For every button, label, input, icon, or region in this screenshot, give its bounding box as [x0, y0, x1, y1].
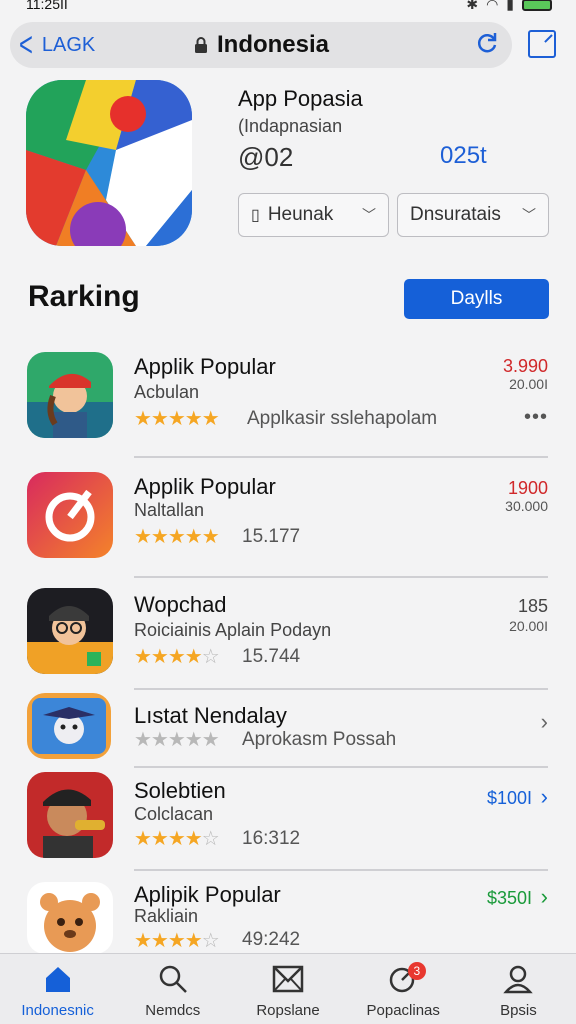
chevron-right-icon[interactable]: › [541, 709, 548, 735]
daily-button[interactable]: Daylls [404, 279, 549, 319]
app-stat: @02 [238, 142, 294, 172]
chevron-right-icon[interactable]: › [541, 784, 548, 810]
row-meta: 49:242 [242, 929, 301, 950]
tab-label: Popaclinas [366, 1002, 440, 1019]
divider [134, 456, 548, 458]
reload-icon [477, 33, 497, 53]
divider [134, 688, 548, 690]
dropdown-1-label: Heunak [267, 204, 334, 225]
status-bar: 11:25II ✱ ◠ ▮ [0, 0, 576, 14]
rating-stars: ★★★★★ [134, 526, 220, 548]
row-name: Solebtien [134, 778, 226, 803]
row-meta: 15.744 [242, 646, 301, 667]
dropdown-1[interactable]: ▯ Heunak ﹀ [238, 193, 389, 237]
app-icon [27, 693, 111, 759]
row-sub: 30.000 [505, 498, 548, 514]
rating-stars: ★★★★★ [134, 408, 220, 430]
row-name: Lıstat Nendalay [134, 703, 287, 728]
search-icon [159, 965, 187, 993]
tab-label: Ropslane [256, 1002, 320, 1019]
chevron-down-icon: ﹀ [522, 207, 536, 223]
row-price[interactable]: 1900 [508, 478, 548, 499]
tab-label: Nemdcs [145, 1002, 201, 1019]
back-label: LAGK [41, 33, 96, 56]
row-name: Wopchad [134, 592, 227, 617]
tab-search[interactable]: Nemdcs [115, 954, 230, 1024]
dropdown-2[interactable]: Dnsuratais ﹀ [397, 193, 549, 237]
app-price[interactable]: 025t [440, 142, 487, 170]
status-icons: ✱ ◠ ▮ [466, 0, 552, 13]
status-time: 11:25II [26, 0, 68, 12]
home-icon [45, 967, 70, 992]
row-category: Colclacan [134, 804, 214, 824]
row-name: Applik Popular [134, 354, 276, 379]
app-icon [27, 588, 113, 674]
profile-icon [503, 965, 534, 994]
divider [134, 766, 548, 768]
app-icon [27, 882, 113, 954]
list-item[interactable]: Lıstat Nendalay ★★★★★ Aprokasm Possah › [0, 693, 576, 768]
tab-bar: Indonesnic Nemdcs Ropslane 3 Popaclinas … [0, 953, 576, 1024]
row-meta: 16:312 [242, 828, 301, 849]
row-sub: 20.00I [509, 618, 548, 634]
rating-stars: ★★★★☆ [134, 646, 220, 668]
tab-label: Bpsis [500, 1002, 537, 1019]
rating-stars: ★★★★☆ [134, 930, 220, 952]
chevron-down-icon: ﹀ [362, 207, 376, 223]
list-item[interactable]: Wopchad Roiciainis Aplain Podayn ★★★★☆ 1… [0, 588, 576, 692]
app-icon [27, 352, 113, 438]
row-meta: 15.177 [242, 526, 301, 547]
row-sub: 20.00I [509, 376, 548, 392]
chevron-right-icon[interactable]: › [541, 884, 548, 910]
app-icon [27, 772, 113, 858]
row-category: Rakliain [134, 906, 199, 926]
app-icon [26, 80, 192, 246]
row-name: Applik Popular [134, 474, 276, 499]
signal-icon: ▮ [506, 0, 514, 12]
back-button[interactable]: < LAGK [10, 28, 95, 62]
rating-stars: ★★★★☆ [134, 828, 220, 850]
wifi-icon: ◠ [486, 0, 499, 12]
tab-home[interactable]: Indonesnic [0, 954, 115, 1024]
dropdown-2-label: Dnsuratais [410, 204, 501, 225]
lock-icon [194, 37, 207, 53]
app-title: App Popasia [238, 86, 363, 111]
row-meta: Applkasir sslehapolam [247, 408, 438, 429]
tab-updates[interactable]: 3 Popaclinas [346, 954, 461, 1024]
list-item[interactable]: Aplipik Popular Rakliain ★★★★☆ 49:242 $3… [0, 878, 576, 954]
notification-badge: 3 [407, 962, 426, 980]
battery-icon [522, 0, 552, 11]
more-icon[interactable]: ••• [524, 406, 548, 429]
mail-icon [272, 965, 304, 993]
share-button[interactable] [528, 30, 556, 58]
list-item[interactable]: Solebtien Colclacan ★★★★☆ 16:312 $100I › [0, 770, 576, 871]
row-name: Aplipik Popular [134, 882, 281, 907]
tab-profile[interactable]: Bpsis [461, 954, 576, 1024]
divider [134, 869, 548, 871]
address-bar[interactable]: < LAGK Indonesia [10, 22, 512, 68]
row-price[interactable]: 185 [518, 596, 548, 617]
tab-mail[interactable]: Ropslane [230, 954, 345, 1024]
rating-stars: ★★★★★ [134, 729, 220, 751]
section-title: Rarking [28, 280, 140, 313]
bluetooth-icon: ✱ [466, 0, 479, 12]
reload-button[interactable] [474, 30, 500, 63]
url-text: Indonesia [216, 31, 330, 58]
row-category: Acbulan [134, 382, 200, 402]
row-category: Naltallan [134, 500, 205, 520]
app-subtitle: (Indapnasian [238, 116, 343, 136]
bag-icon: ▯ [251, 207, 260, 224]
row-category: Roiciainis Aplain Podayn [134, 620, 332, 640]
divider [134, 576, 548, 578]
chevron-left-icon: < [18, 26, 33, 64]
list-item[interactable]: Applik Popular Naltallan ★★★★★ 15.177 19… [0, 470, 576, 580]
list-item[interactable]: Applik Popular Acbulan ★★★★★ Applkasir s… [0, 350, 576, 460]
app-icon [27, 472, 113, 558]
row-price[interactable]: $350I [487, 888, 532, 909]
row-meta: Aprokasm Possah [242, 729, 397, 750]
row-price[interactable]: $100I [487, 788, 532, 809]
row-price[interactable]: 3.990 [503, 356, 548, 377]
tab-label: Indonesnic [21, 1002, 94, 1019]
